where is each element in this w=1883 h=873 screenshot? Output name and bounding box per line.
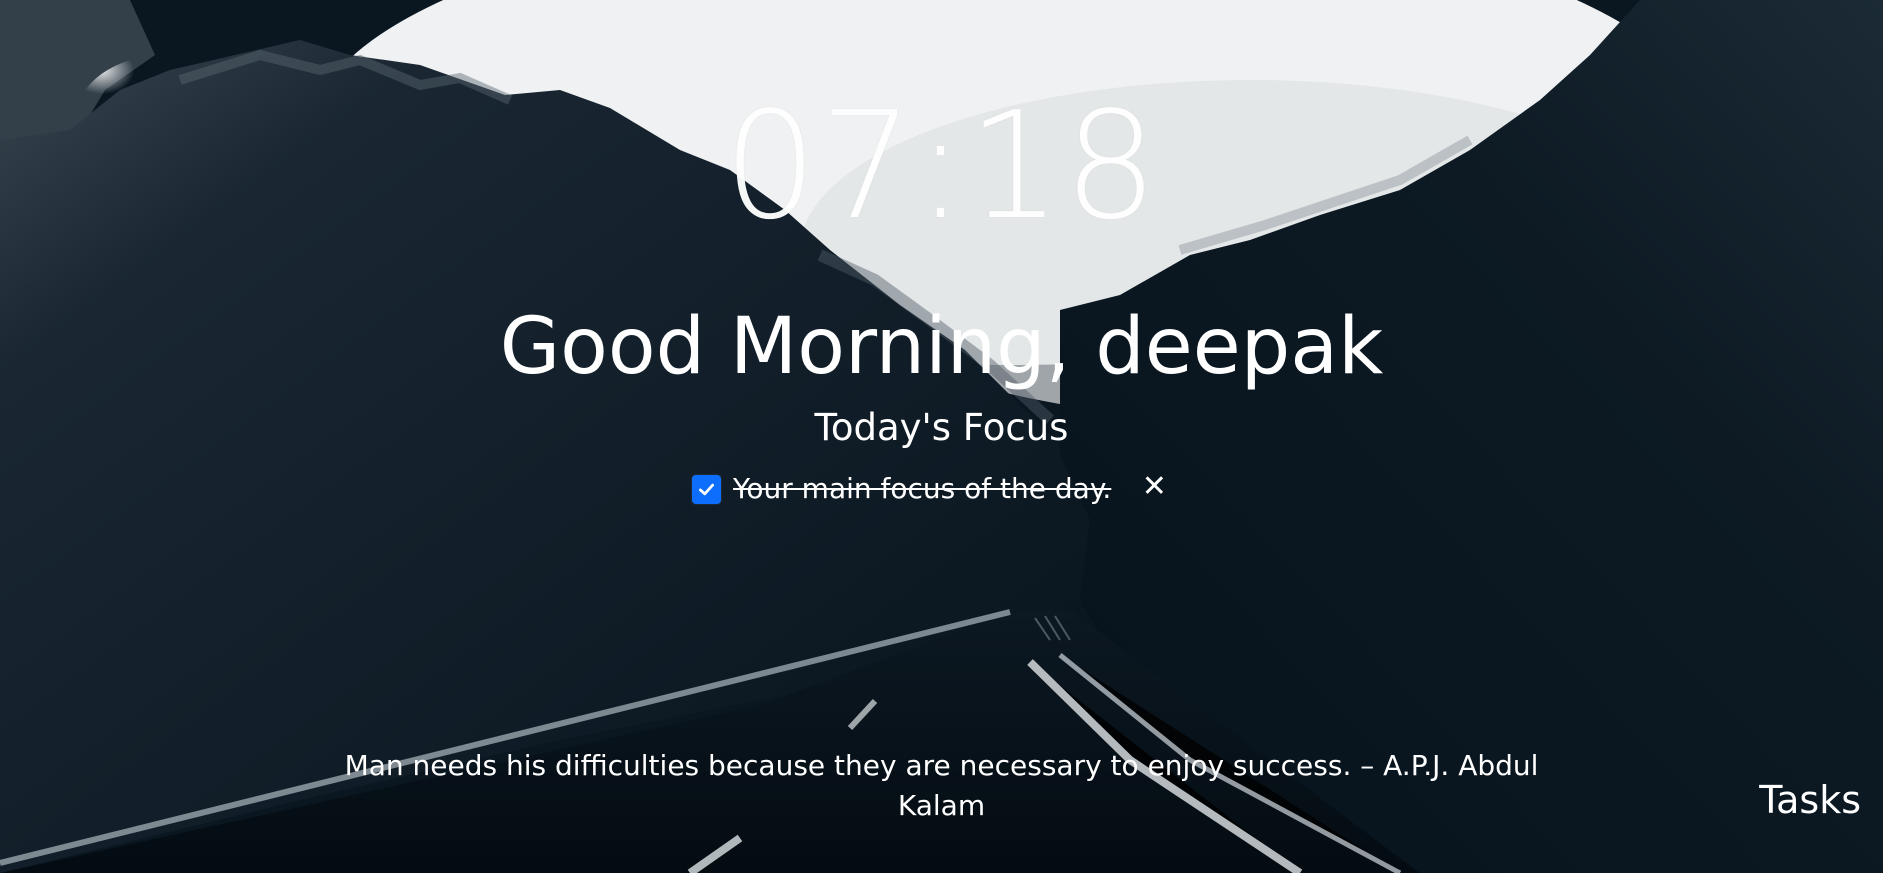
- close-icon[interactable]: ✕: [1139, 472, 1169, 502]
- check-icon: [698, 483, 715, 495]
- background-scene: 07:18 Good Morning, deepak Today's Focus…: [0, 0, 1883, 873]
- dashboard-overlay: 07:18 Good Morning, deepak Today's Focus…: [0, 0, 1883, 873]
- focus-item-text: Your main focus of the day.: [733, 472, 1112, 505]
- tasks-button[interactable]: Tasks: [1759, 778, 1861, 822]
- focus-item-row: Your main focus of the day. ✕: [692, 470, 1169, 508]
- greeting-text: Good Morning, deepak: [499, 302, 1384, 392]
- focus-checkbox[interactable]: [692, 474, 721, 504]
- quote-text: Man needs his difficulties because they …: [344, 749, 1539, 822]
- focus-title: Today's Focus: [814, 406, 1069, 449]
- clock-time: 07:18: [723, 80, 1160, 252]
